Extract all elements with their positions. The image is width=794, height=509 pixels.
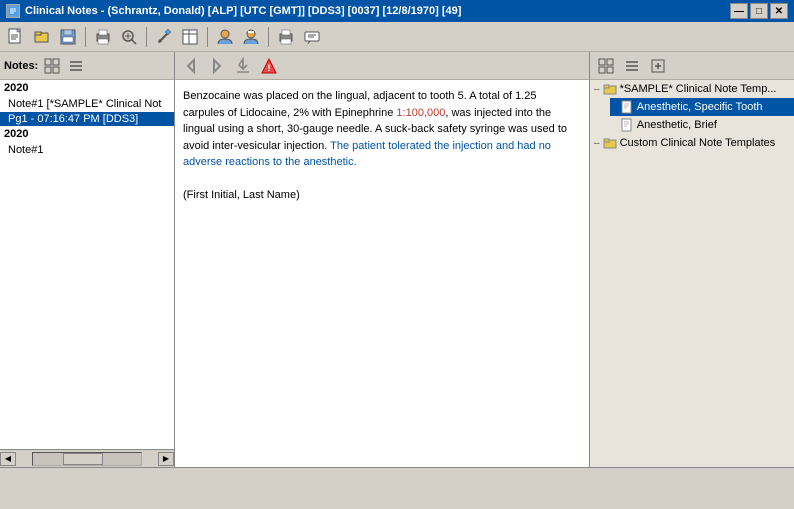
- middle-forward[interactable]: [205, 54, 229, 78]
- scroll-left-arrow[interactable]: ◀: [0, 452, 16, 466]
- separator-3: [207, 27, 208, 47]
- notes-btn-grid1[interactable]: [42, 56, 62, 76]
- tree-expand-icon: –: [594, 84, 600, 95]
- status-bar: [0, 467, 794, 489]
- note-year-2: 2020: [0, 126, 174, 142]
- note-item-sample[interactable]: Note#1 [*SAMPLE* Clinical Not: [0, 96, 174, 112]
- close-button[interactable]: ✕: [770, 3, 788, 19]
- anesthetic-brief-label: Anesthetic, Brief: [637, 119, 717, 131]
- toolbar-print2[interactable]: [274, 25, 298, 49]
- sample-group-label: *SAMPLE* Clinical Note Temp...: [620, 83, 777, 95]
- middle-alert[interactable]: !: [257, 54, 281, 78]
- note-icon: [620, 100, 634, 114]
- custom-group-label: Custom Clinical Note Templates: [620, 137, 776, 149]
- toolbar-template[interactable]: [178, 25, 202, 49]
- note-paragraph-1: Benzocaine was placed on the lingual, ad…: [183, 88, 581, 171]
- left-panel: Notes: 2020 Note#1 [*SAMPLE*: [0, 52, 175, 467]
- toolbar-user2[interactable]: [239, 25, 263, 49]
- separator-4: [268, 27, 269, 47]
- svg-text:!: !: [268, 63, 271, 73]
- toolbar-user[interactable]: [213, 25, 237, 49]
- app-icon: [6, 4, 20, 18]
- tree-leaf-icon-2: [614, 120, 617, 131]
- middle-panel: ! Benzocaine was placed on the lingual, …: [175, 52, 589, 467]
- minimize-button[interactable]: —: [730, 3, 748, 19]
- tree-anesthetic-brief[interactable]: Anesthetic, Brief: [610, 116, 794, 134]
- title-bar: Clinical Notes - (Schrantz, Donald) [ALP…: [0, 0, 794, 22]
- separator-2: [146, 27, 147, 47]
- toolbar-search[interactable]: [117, 25, 141, 49]
- folder-icon-2: [603, 136, 617, 150]
- tree-custom-group[interactable]: – Custom Clinical Note Templates: [590, 134, 794, 152]
- title-text: Clinical Notes - (Schrantz, Donald) [ALP…: [25, 5, 461, 17]
- scrollbar-track[interactable]: [32, 452, 142, 466]
- tree-collapse-icon: –: [594, 138, 600, 149]
- left-scrollbar: ◀ ▶: [0, 449, 174, 467]
- tree-sample-group[interactable]: – *SAMPLE* Clinical Note Temp...: [590, 80, 794, 98]
- right-toolbar: [590, 52, 794, 80]
- window-controls: — □ ✕: [730, 3, 788, 19]
- main-toolbar: [0, 22, 794, 52]
- right-btn-expand[interactable]: [646, 54, 670, 78]
- scrollbar-thumb[interactable]: [63, 453, 103, 465]
- separator-1: [85, 27, 86, 47]
- tree-leaf-icon: [614, 102, 617, 113]
- notes-list[interactable]: 2020 Note#1 [*SAMPLE* Clinical Not Pg1 -…: [0, 80, 174, 449]
- note-year-1: 2020: [0, 80, 174, 96]
- middle-save[interactable]: [231, 54, 255, 78]
- tree-anesthetic-specific[interactable]: Anesthetic, Specific Tooth: [610, 98, 794, 116]
- folder-icon: [603, 82, 617, 96]
- scroll-right-arrow[interactable]: ▶: [158, 452, 174, 466]
- main-area: Notes: 2020 Note#1 [*SAMPLE*: [0, 52, 794, 467]
- notes-label: Notes:: [4, 60, 38, 72]
- note-paragraph-2: (First Initial, Last Name): [183, 187, 581, 204]
- tree-children-sample: Anesthetic, Specific Tooth Anesthetic, B…: [590, 98, 794, 134]
- templates-tree[interactable]: – *SAMPLE* Clinical Note Temp...: [590, 80, 794, 467]
- note-content[interactable]: Benzocaine was placed on the lingual, ad…: [175, 80, 589, 467]
- notes-btn-list[interactable]: [66, 56, 86, 76]
- notes-header: Notes:: [0, 52, 174, 80]
- toolbar-save[interactable]: [56, 25, 80, 49]
- anesthetic-specific-label: Anesthetic, Specific Tooth: [637, 101, 763, 113]
- right-btn-list[interactable]: [620, 54, 644, 78]
- middle-toolbar: !: [175, 52, 589, 80]
- middle-back[interactable]: [179, 54, 203, 78]
- toolbar-open[interactable]: [30, 25, 54, 49]
- note-item-1[interactable]: Note#1: [0, 142, 174, 158]
- toolbar-message[interactable]: [300, 25, 324, 49]
- note-subitem-pg1[interactable]: Pg1 - 07:16:47 PM [DDS3]: [0, 112, 174, 126]
- right-btn-grid1[interactable]: [594, 54, 618, 78]
- note-icon-2: [620, 118, 634, 132]
- maximize-button[interactable]: □: [750, 3, 768, 19]
- toolbar-new[interactable]: [4, 25, 28, 49]
- toolbar-print[interactable]: [91, 25, 115, 49]
- right-panel: – *SAMPLE* Clinical Note Temp...: [589, 52, 794, 467]
- toolbar-pen[interactable]: [152, 25, 176, 49]
